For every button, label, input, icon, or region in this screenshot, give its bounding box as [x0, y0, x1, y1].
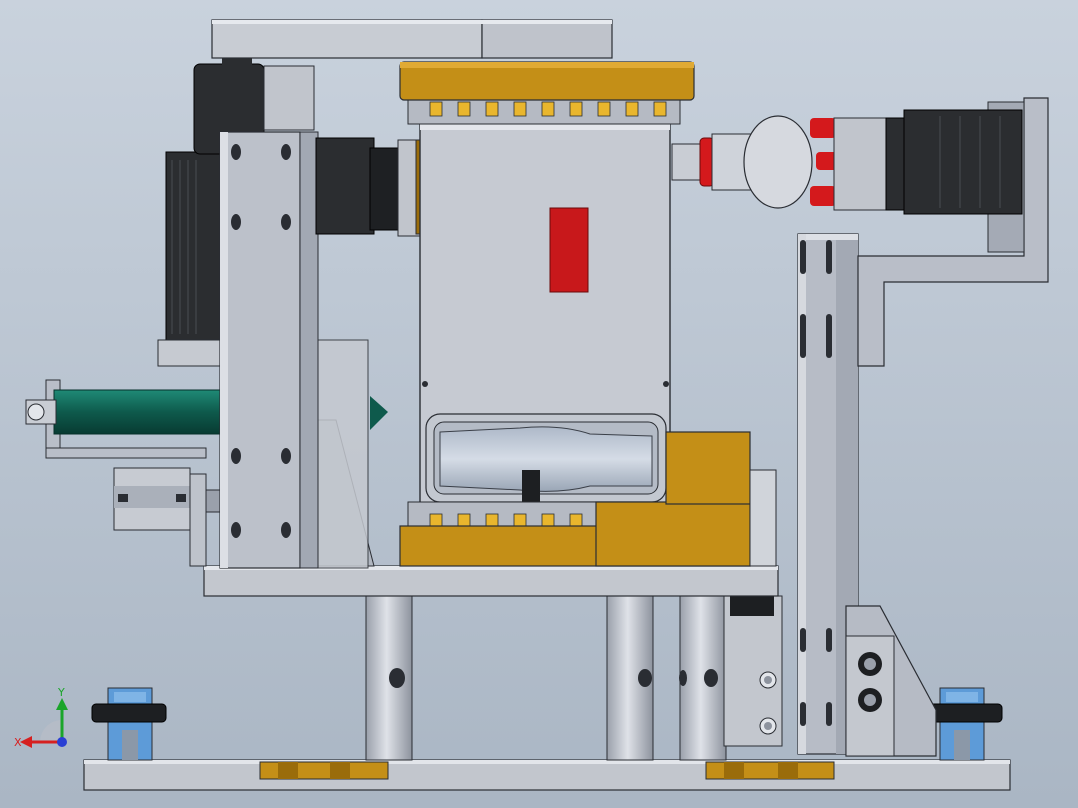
- assembly-drawing: X Y: [0, 0, 1078, 808]
- deck-plate[interactable]: [203, 565, 779, 597]
- triad-z-axis: [57, 737, 67, 747]
- triad-x-label: X: [14, 736, 22, 749]
- lower-right-block: [723, 595, 783, 747]
- base-plate[interactable]: [83, 759, 1011, 791]
- cad-viewport[interactable]: X Y: [0, 0, 1078, 808]
- glass-tube: [439, 426, 653, 492]
- brass-insert-left: [259, 761, 389, 780]
- red-indicator-block: [549, 207, 589, 293]
- top-beam[interactable]: [211, 19, 613, 59]
- top-brass-clamp[interactable]: [399, 61, 695, 125]
- brass-insert-right: [705, 761, 835, 780]
- triad-y-label: Y: [57, 686, 65, 699]
